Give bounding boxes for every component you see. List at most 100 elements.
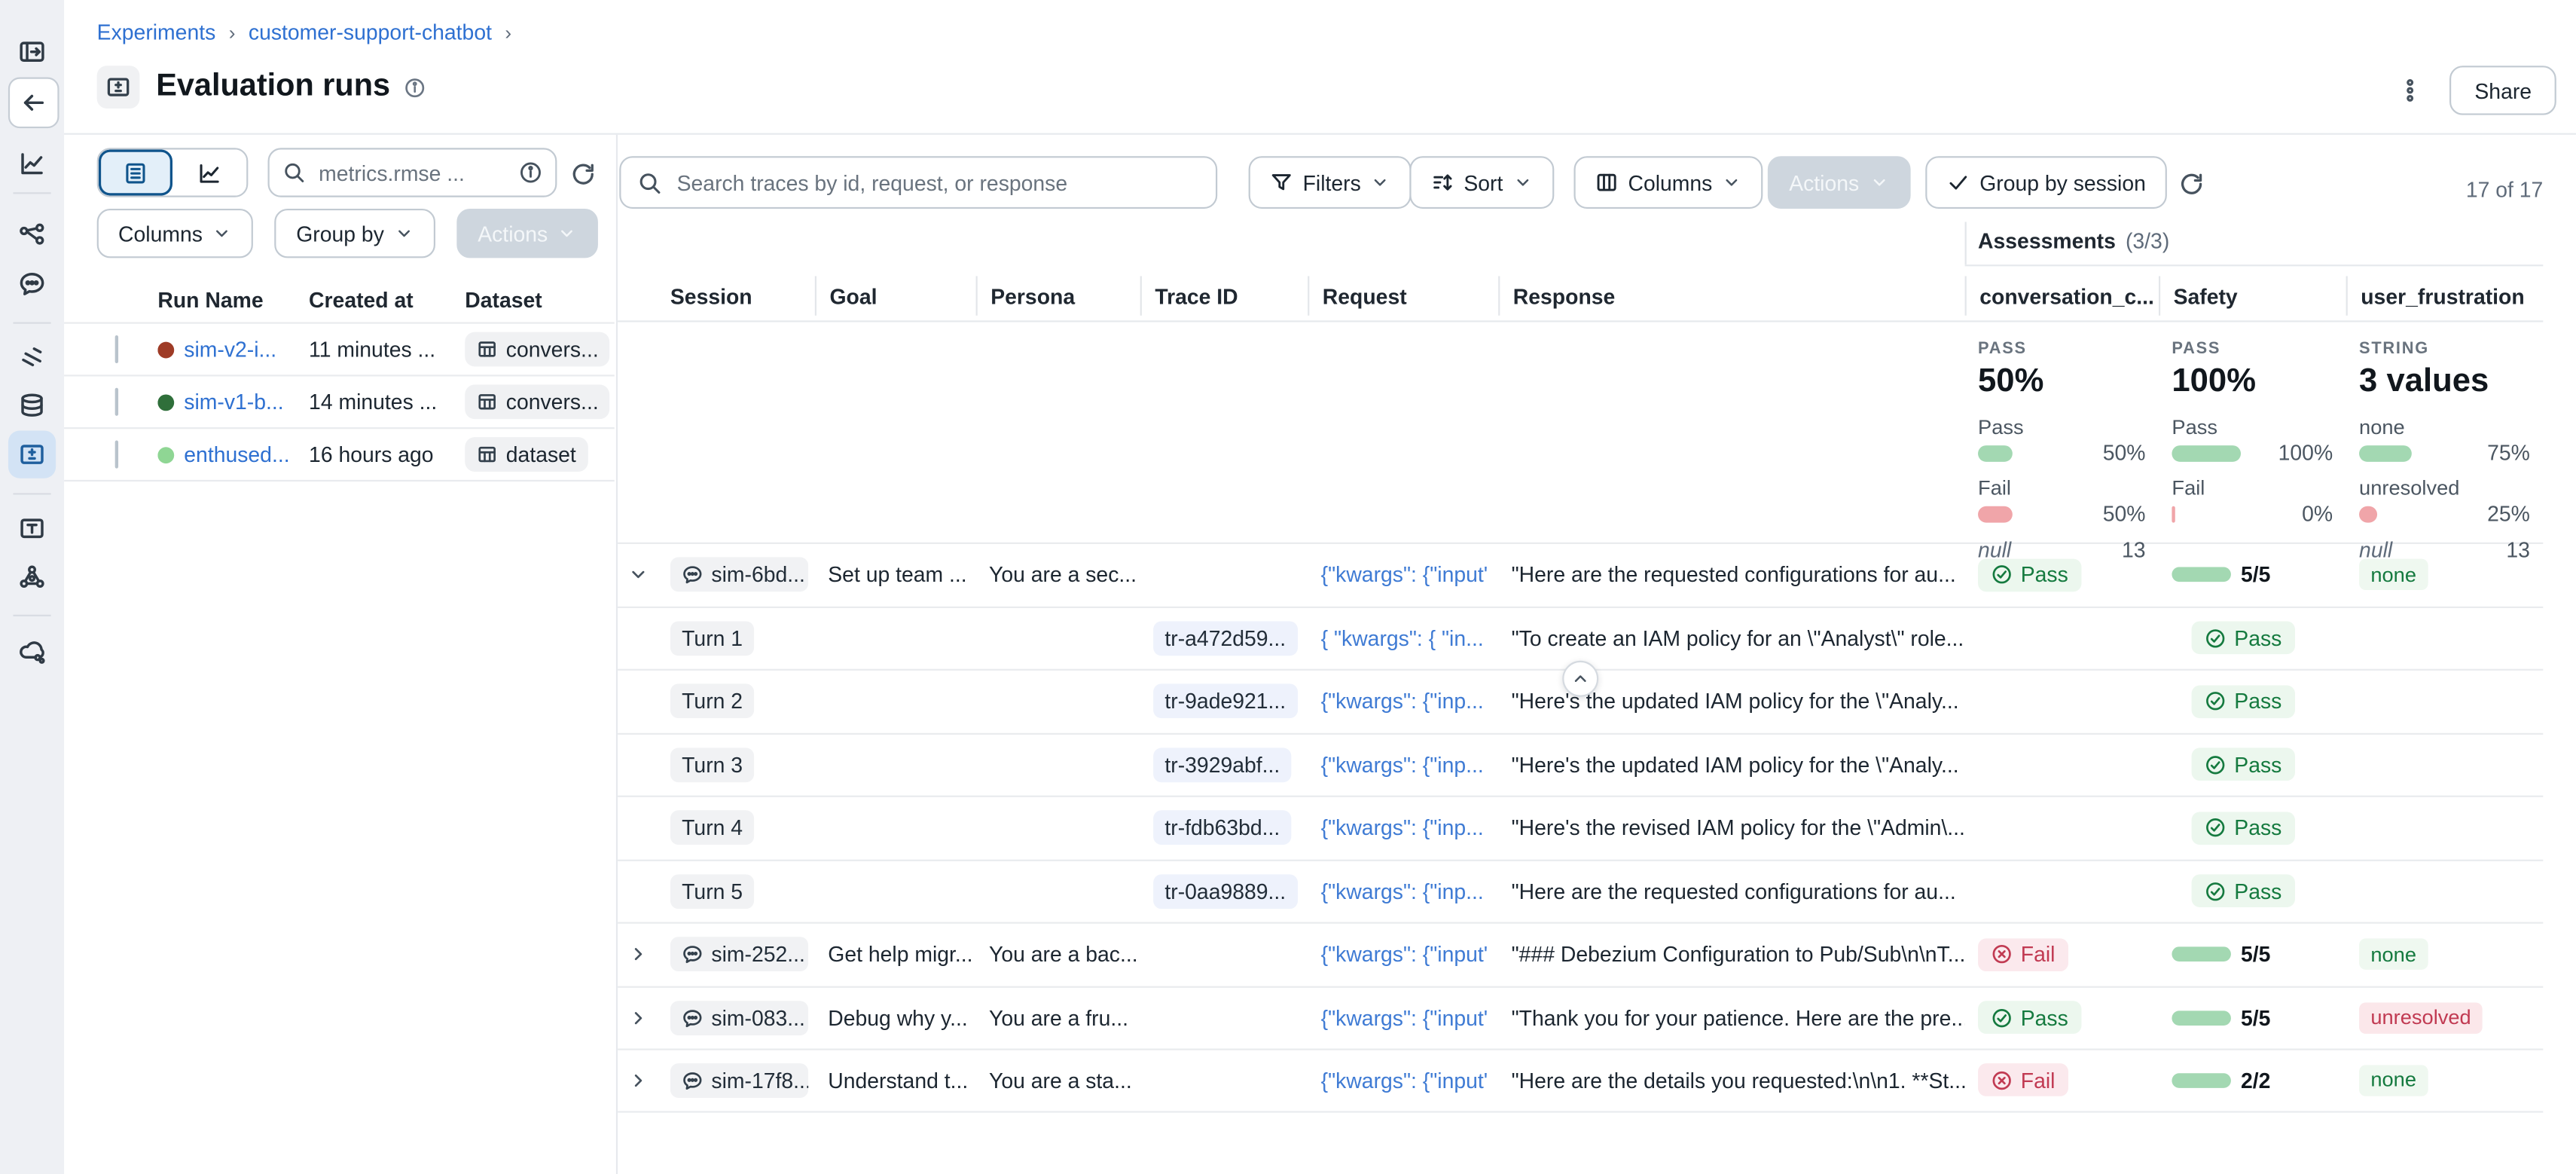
run-created-at: 14 minutes ...: [309, 390, 465, 414]
request-cell[interactable]: {"kwargs": {"inp...: [1308, 734, 1498, 796]
session-row[interactable]: sim-083... Debug why y... You are a fru.…: [618, 986, 2543, 1049]
breadcrumb-link-experiment[interactable]: customer-support-chatbot: [249, 20, 492, 44]
col-created-at: Created at: [309, 287, 465, 312]
session-row[interactable]: sim-17f8... Understand t... You are a st…: [618, 1049, 2543, 1112]
filters-button[interactable]: Filters: [1249, 156, 1412, 209]
run-row[interactable]: sim-v1-b... 14 minutes ... convers...: [64, 375, 615, 427]
sidebar-divider: [13, 615, 50, 616]
run-checkbox[interactable]: [115, 335, 118, 363]
col-user-frustration[interactable]: user_frustration: [2346, 276, 2544, 315]
request-cell[interactable]: {"kwargs": {"input': [1308, 544, 1498, 606]
header-actions: Share: [2394, 66, 2556, 115]
pass-badge: Pass: [2192, 748, 2295, 781]
summary-segment: Fail 50%: [1978, 477, 2145, 523]
sidebar-item-traces[interactable]: [8, 334, 56, 381]
info-icon[interactable]: [404, 76, 425, 97]
run-row[interactable]: sim-v2-i... 11 minutes ... convers...: [64, 322, 615, 375]
refresh-icon: [570, 161, 597, 188]
sidebar-item-models[interactable]: [8, 554, 56, 601]
runs-columns-button[interactable]: Columns: [97, 209, 254, 258]
col-goal[interactable]: Goal: [815, 276, 976, 315]
columns-button[interactable]: Columns: [1573, 156, 1763, 209]
col-trace-id[interactable]: Trace ID: [1140, 276, 1308, 315]
col-persona[interactable]: Persona: [976, 276, 1140, 315]
share-button[interactable]: Share: [2450, 66, 2556, 115]
sidebar-item-evaluations[interactable]: [8, 430, 56, 478]
run-checkbox[interactable]: [115, 441, 118, 469]
request-cell[interactable]: {"kwargs": {"input': [1308, 1050, 1498, 1111]
session-row[interactable]: sim-252... Get help migr... You are a ba…: [618, 922, 2543, 986]
session-chip[interactable]: sim-083...: [670, 1001, 808, 1035]
col-request[interactable]: Request: [1308, 276, 1498, 315]
fail-badge: Fail: [1978, 938, 2068, 971]
run-checkbox[interactable]: [115, 388, 118, 416]
trace-id-chip[interactable]: tr-3929abf...: [1153, 748, 1291, 782]
request-cell[interactable]: {"kwargs": {"inp...: [1308, 797, 1498, 859]
sidebar-item-pipelines[interactable]: [8, 212, 56, 259]
table-grid-icon: [477, 391, 498, 412]
safety-cell: 5/5: [2159, 544, 2346, 606]
collapse-row-button[interactable]: [618, 544, 657, 606]
group-by-session-button[interactable]: Group by session: [1925, 156, 2167, 209]
sidebar-divider: [13, 493, 50, 494]
breadcrumb-link-experiments[interactable]: Experiments: [97, 20, 216, 44]
collapse-summary-button[interactable]: [1562, 661, 1598, 697]
run-name-link[interactable]: sim-v2-i...: [157, 337, 309, 362]
sort-button[interactable]: Sort: [1409, 156, 1554, 209]
chevron-down-icon: [1512, 173, 1532, 192]
col-session[interactable]: Session: [657, 276, 814, 315]
response-cell: "Here's the revised IAM policy for the \…: [1498, 797, 1964, 859]
response-cell: "Here are the details you requested:\n\n…: [1498, 1050, 1964, 1111]
request-cell[interactable]: { "kwargs": { "in...: [1308, 607, 1498, 669]
run-name-link[interactable]: sim-v1-b...: [157, 390, 309, 414]
col-safety[interactable]: Safety: [2159, 276, 2346, 315]
trace-id-chip[interactable]: tr-0aa9889...: [1153, 874, 1297, 909]
runs-refresh-button[interactable]: [566, 157, 600, 191]
session-row[interactable]: sim-6bd... Set up team ... You are a sec…: [618, 543, 2543, 606]
collapse-panel-icon[interactable]: [8, 28, 56, 75]
trace-id-chip[interactable]: tr-a472d59...: [1153, 621, 1297, 656]
session-chip[interactable]: sim-252...: [670, 937, 808, 972]
session-chip[interactable]: sim-6bd...: [670, 558, 808, 592]
col-response[interactable]: Response: [1498, 276, 1964, 315]
table-view-toggle[interactable]: [99, 149, 172, 195]
table-grid-icon: [477, 338, 498, 359]
traces-table-header: Session Goal Persona Trace ID Request Re…: [618, 271, 2543, 323]
serving-icon: [18, 637, 46, 665]
expand-row-button[interactable]: [618, 924, 657, 986]
sidebar-item-chat[interactable]: [8, 260, 56, 307]
traces-refresh-button[interactable]: [2175, 167, 2208, 200]
overflow-menu-button[interactable]: [2394, 74, 2428, 107]
request-cell[interactable]: {"kwargs": {"inp...: [1308, 671, 1498, 732]
expand-row-button[interactable]: [618, 987, 657, 1049]
turn-row[interactable]: Turn 3 tr-3929abf... {"kwargs": {"inp...…: [618, 732, 2543, 796]
check-circle-icon: [2205, 691, 2226, 712]
sidebar-item-serving[interactable]: [8, 628, 56, 675]
sidebar-item-prompts[interactable]: [8, 505, 56, 552]
turn-row[interactable]: Turn 1 tr-a472d59... { "kwargs": { "in..…: [618, 606, 2543, 669]
runs-group-by-button[interactable]: Group by: [275, 209, 435, 258]
turn-row[interactable]: Turn 4 tr-fdb63bd... {"kwargs": {"inp...…: [618, 796, 2543, 859]
request-cell[interactable]: {"kwargs": {"input': [1308, 924, 1498, 986]
back-button[interactable]: [8, 78, 60, 129]
response-cell: "Thank you for your patience. Here are t…: [1498, 987, 1964, 1049]
trace-id-chip[interactable]: tr-fdb63bd...: [1153, 811, 1291, 845]
frustration-cell: [2346, 607, 2544, 669]
expand-row-button[interactable]: [618, 1050, 657, 1111]
request-cell[interactable]: {"kwargs": {"inp...: [1308, 861, 1498, 922]
sidebar-item-charts[interactable]: [8, 139, 56, 187]
turn-row[interactable]: Turn 5 tr-0aa9889... {"kwargs": {"inp...…: [618, 859, 2543, 922]
trace-id-chip[interactable]: tr-9ade921...: [1153, 684, 1297, 719]
sidebar-item-datasets[interactable]: [8, 381, 56, 429]
runs-search-input[interactable]: [316, 158, 509, 186]
trace-id-cell: [1140, 987, 1308, 1049]
trace-search-input[interactable]: [673, 169, 1199, 197]
x-circle-icon: [1991, 943, 2012, 965]
run-name-link[interactable]: enthused...: [157, 442, 309, 467]
session-chip[interactable]: sim-17f8...: [670, 1063, 808, 1098]
col-conversation[interactable]: conversation_c...: [1965, 276, 2159, 315]
run-row[interactable]: enthused... 16 hours ago dataset: [64, 427, 615, 482]
chart-view-toggle[interactable]: [172, 149, 246, 195]
summary-type: PASS: [2172, 340, 2333, 358]
request-cell[interactable]: {"kwargs": {"input': [1308, 987, 1498, 1049]
